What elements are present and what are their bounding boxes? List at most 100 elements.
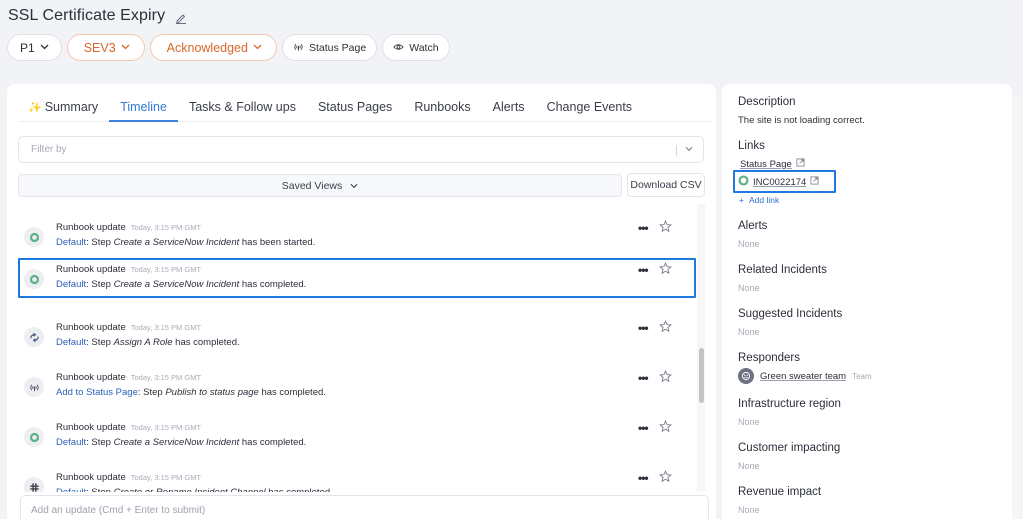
download-csv-label: Download CSV bbox=[630, 179, 702, 191]
entry-header: Runbook update Today, 3:15 PM GMT bbox=[56, 422, 201, 433]
chevron-down-icon[interactable] bbox=[685, 144, 693, 154]
entry-header: Runbook update Today, 3:15 PM GMT bbox=[56, 472, 201, 483]
entry-timestamp: Today, 3:15 PM GMT bbox=[130, 323, 202, 332]
priority-dropdown[interactable]: P1 bbox=[7, 34, 62, 61]
suggested-incidents-value: None bbox=[738, 327, 760, 337]
entry-text-pre: : Step bbox=[86, 487, 113, 492]
watch-button[interactable]: Watch bbox=[382, 34, 450, 61]
status-dropdown[interactable]: Acknowledged bbox=[149, 34, 277, 61]
entry-timestamp: Today, 3:15 PM GMT bbox=[130, 223, 202, 232]
entry-body: Default: Step Create a ServiceNow Incide… bbox=[56, 279, 306, 290]
entry-source[interactable]: Default bbox=[56, 279, 86, 290]
more-options-icon[interactable]: ••• bbox=[638, 421, 649, 435]
description-label: Description bbox=[738, 96, 796, 108]
more-options-icon[interactable]: ••• bbox=[638, 221, 649, 235]
tab-runbooks[interactable]: Runbooks bbox=[403, 100, 481, 121]
entry-source[interactable]: Default bbox=[56, 337, 86, 348]
star-icon[interactable] bbox=[659, 420, 672, 433]
external-link-icon bbox=[810, 176, 819, 188]
responder-name-link[interactable]: Green sweater team bbox=[760, 371, 846, 382]
entry-title: Runbook update bbox=[56, 372, 126, 383]
timeline-entry[interactable]: Runbook update Today, 3:15 PM GMT Default:… bbox=[18, 316, 696, 356]
entry-timestamp: Today, 3:15 PM GMT bbox=[130, 473, 202, 482]
link-status-page[interactable]: Status Page bbox=[740, 158, 805, 170]
infrastructure-region-label: Infrastructure region bbox=[738, 398, 841, 410]
more-options-icon[interactable]: ••• bbox=[638, 371, 649, 385]
tab-alerts[interactable]: Alerts bbox=[482, 100, 536, 121]
entry-text-post: has completed. bbox=[266, 487, 332, 492]
entry-body: Default: Step Create or Rename Incident … bbox=[56, 487, 333, 492]
responder-item: Green sweater team Team bbox=[738, 368, 872, 384]
more-options-icon[interactable]: ••• bbox=[638, 263, 649, 277]
incident-title-row: SSL Certificate Expiry bbox=[8, 4, 187, 28]
entry-source[interactable]: Default bbox=[56, 437, 86, 448]
entry-text-pre: : Step bbox=[86, 237, 114, 248]
star-icon[interactable] bbox=[659, 220, 672, 233]
timeline-entry[interactable]: Runbook update Today, 3:15 PM GMT Default:… bbox=[18, 466, 696, 492]
severity-dropdown[interactable]: SEV3 bbox=[66, 34, 145, 61]
tab-status-pages[interactable]: Status Pages bbox=[307, 100, 403, 121]
tab-change-events[interactable]: Change Events bbox=[536, 100, 643, 121]
timeline-entry[interactable]: Runbook update Today, 3:15 PM GMT Default:… bbox=[18, 216, 696, 256]
servicenow-icon bbox=[24, 269, 44, 289]
entry-title: Runbook update bbox=[56, 322, 126, 333]
entry-source[interactable]: Add to Status Page bbox=[56, 387, 138, 398]
timeline-scrollbar-thumb[interactable] bbox=[699, 348, 704, 403]
slack-icon bbox=[24, 477, 44, 492]
entry-body: Add to Status Page: Step Publish to stat… bbox=[56, 387, 326, 398]
infrastructure-region-value: None bbox=[738, 417, 760, 427]
timeline-entry[interactable]: Runbook update Today, 3:15 PM GMT Add to S… bbox=[18, 366, 696, 406]
chevron-down-icon bbox=[350, 180, 358, 192]
more-options-icon[interactable]: ••• bbox=[638, 471, 649, 485]
description-value: The site is not loading correct. bbox=[738, 115, 865, 126]
tab-summary[interactable]: ✨ Summary bbox=[18, 100, 109, 121]
add-update-input[interactable] bbox=[20, 495, 709, 519]
entry-text-pre: : Step bbox=[86, 437, 114, 448]
tab-timeline[interactable]: Timeline bbox=[109, 100, 178, 122]
entry-text-post: has been started. bbox=[239, 237, 316, 248]
tab-label: Alerts bbox=[492, 100, 525, 114]
status-page-button[interactable]: Status Page bbox=[281, 34, 378, 61]
tab-tasks-follow-ups[interactable]: Tasks & Follow ups bbox=[178, 100, 307, 121]
timeline-entry[interactable]: Runbook update Today, 3:15 PM GMT Default:… bbox=[18, 416, 696, 456]
entry-source[interactable]: Default bbox=[56, 237, 86, 248]
add-link-button[interactable]: + Add link bbox=[739, 195, 779, 205]
tab-label: Tasks & Follow ups bbox=[188, 100, 296, 114]
chevron-down-icon bbox=[253, 42, 262, 52]
link-label[interactable]: INC0022174 bbox=[753, 177, 806, 188]
entry-title: Runbook update bbox=[56, 264, 126, 275]
entry-timestamp: Today, 3:15 PM GMT bbox=[130, 423, 202, 432]
entry-source[interactable]: Default bbox=[56, 487, 86, 492]
star-icon[interactable] bbox=[659, 470, 672, 483]
chevron-down-icon bbox=[40, 42, 49, 52]
details-scrollbar[interactable] bbox=[1012, 95, 1020, 519]
revenue-impact-value: None bbox=[738, 505, 760, 515]
entry-text-post: has completed. bbox=[239, 437, 307, 448]
tab-label: Runbooks bbox=[414, 100, 471, 114]
star-icon[interactable] bbox=[659, 320, 672, 333]
timeline-list: Runbook update Today, 3:15 PM GMT Default:… bbox=[18, 206, 696, 492]
entry-step-name: Publish to status page bbox=[165, 387, 259, 398]
entry-text-pre: : Step bbox=[86, 337, 114, 348]
download-csv-button[interactable]: Download CSV bbox=[627, 173, 705, 197]
filter-input[interactable]: Filter by bbox=[18, 136, 704, 163]
link-inc0022174[interactable]: INC0022174 bbox=[738, 175, 819, 189]
entry-body: Default: Step Create a ServiceNow Incide… bbox=[56, 437, 306, 448]
servicenow-icon bbox=[24, 427, 44, 447]
servicenow-icon bbox=[24, 227, 44, 247]
star-icon[interactable] bbox=[659, 262, 672, 275]
saved-views-label: Saved Views bbox=[281, 179, 343, 192]
saved-views-dropdown[interactable]: Saved Views bbox=[18, 174, 622, 197]
responder-type: Team bbox=[852, 371, 872, 381]
tab-label: Change Events bbox=[546, 100, 633, 114]
entry-text-post: has completed. bbox=[172, 337, 240, 348]
tab-bar: ✨ Summary Timeline Tasks & Follow ups St… bbox=[18, 100, 711, 122]
more-options-icon[interactable]: ••• bbox=[638, 321, 649, 335]
entry-title: Runbook update bbox=[56, 422, 126, 433]
link-label[interactable]: Status Page bbox=[740, 159, 792, 170]
entry-step-name: Create a ServiceNow Incident bbox=[113, 279, 240, 290]
timeline-entry[interactable]: Runbook update Today, 3:15 PM GMT Default:… bbox=[18, 258, 696, 298]
star-icon[interactable] bbox=[659, 370, 672, 383]
pencil-icon[interactable] bbox=[175, 12, 187, 24]
team-avatar-icon bbox=[738, 368, 754, 384]
